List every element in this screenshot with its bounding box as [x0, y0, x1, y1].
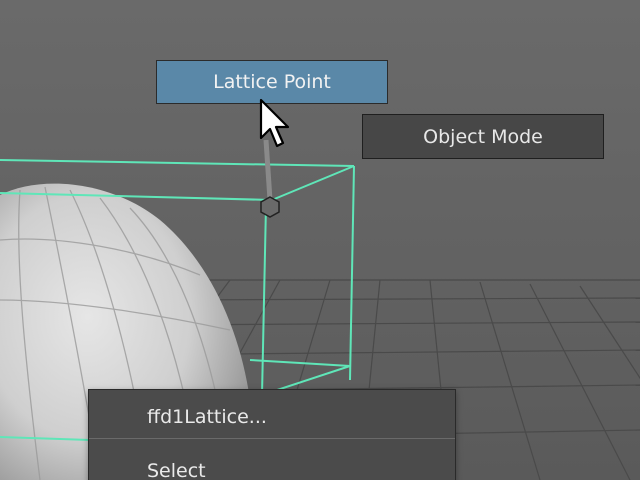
object-mode-button[interactable]: Object Mode	[362, 114, 604, 159]
menu-divider	[89, 438, 455, 439]
menu-item-select[interactable]: Select	[147, 460, 206, 480]
mouse-pointer-icon	[259, 98, 290, 148]
menu-item-ffd1lattice[interactable]: ffd1Lattice...	[147, 406, 267, 428]
context-menu: ffd1Lattice... Select	[88, 389, 456, 480]
3d-viewport[interactable]: Lattice Point Object Mode ffd1Lattice...…	[0, 0, 640, 480]
